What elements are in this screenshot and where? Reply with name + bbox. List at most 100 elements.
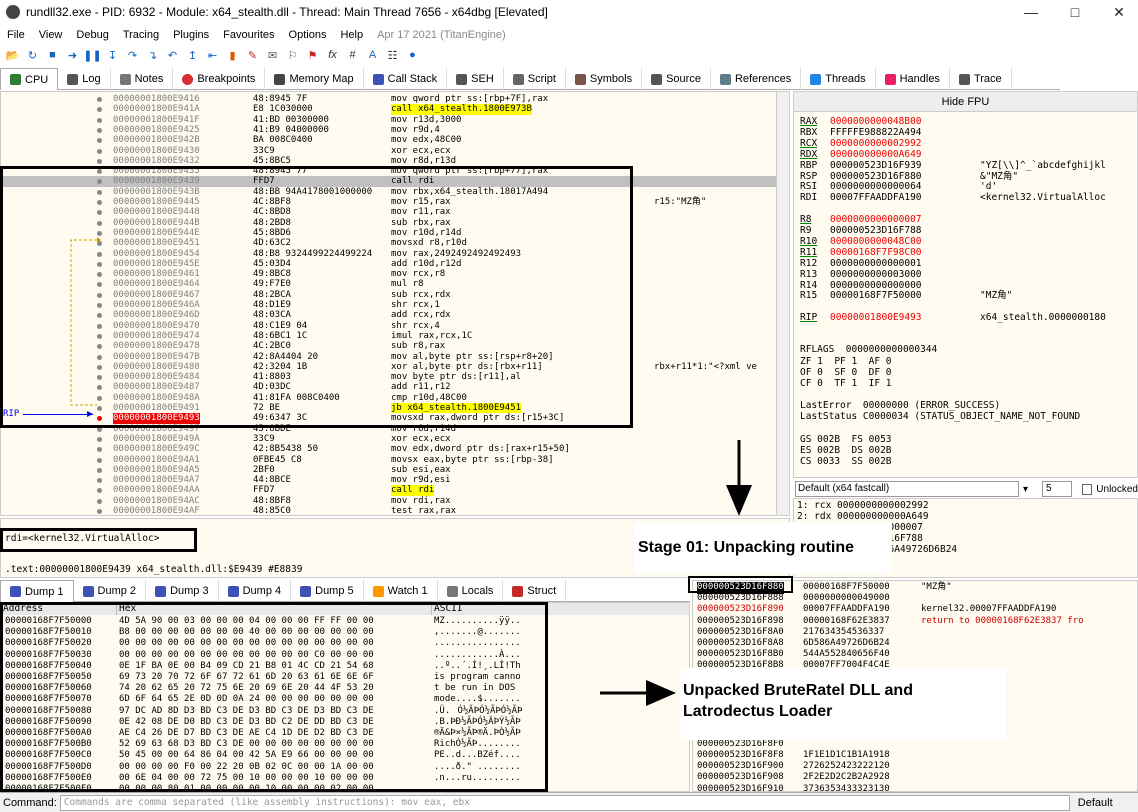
stack-row[interactable]: 000000523D16F8B0 544A552840656F40 bbox=[693, 649, 1137, 661]
disasm-row[interactable]: 00000001800E949C 42:8B5438 50 mov edx,dwor… bbox=[1, 444, 789, 454]
trace-into-icon[interactable]: ↴ bbox=[144, 47, 161, 64]
tab-threads[interactable]: Threads bbox=[801, 68, 876, 90]
tab-dump-2[interactable]: Dump 2 bbox=[74, 580, 147, 602]
minimize-button[interactable]: — bbox=[1016, 2, 1046, 22]
register-row[interactable]: R10 0000000000048C00 bbox=[800, 236, 980, 247]
tab-trace[interactable]: Trace bbox=[950, 68, 1012, 90]
disasm-row[interactable]: 00000001800E9430 33C9 xor ecx,ecx bbox=[1, 146, 789, 156]
bookmarks-icon[interactable]: ⚑ bbox=[304, 47, 321, 64]
trace-over-icon[interactable]: ↶ bbox=[164, 47, 181, 64]
stack-row[interactable]: 000000523D16F8F8 1F1E1D1C1B1A1918 bbox=[693, 750, 1137, 762]
tab-dump-4[interactable]: Dump 4 bbox=[219, 580, 292, 602]
tab-struct[interactable]: Struct bbox=[503, 580, 567, 602]
flags-row-1[interactable]: ZF 1 PF 1 AF 0 bbox=[800, 356, 892, 367]
register-row[interactable]: RAX 0000000000048B00 bbox=[800, 116, 980, 127]
tab-seh[interactable]: SEH bbox=[447, 68, 504, 90]
menu-view[interactable]: View bbox=[32, 29, 70, 41]
stack-row[interactable]: 000000523D16F900 2726252423222120 bbox=[693, 761, 1137, 773]
stack-row[interactable]: 000000523D16F898 00000168F62E3837 return t… bbox=[693, 616, 1137, 628]
menu-file[interactable]: File bbox=[0, 29, 32, 41]
tab-watch-1[interactable]: Watch 1 bbox=[364, 580, 438, 602]
register-row[interactable]: R15 00000168F7F50000 "MZ角" bbox=[800, 290, 1012, 301]
variables-icon[interactable]: # bbox=[344, 47, 361, 64]
register-row[interactable]: RBX FFFFFE988822A494 bbox=[800, 127, 980, 138]
register-row[interactable]: R9 000000523D16F788 bbox=[800, 225, 980, 236]
tab-references[interactable]: References bbox=[711, 68, 802, 90]
disasm-row[interactable]: 00000001800E94AC 48:8BF8 mov rdi,rax bbox=[1, 496, 789, 506]
strings-icon[interactable]: A bbox=[364, 47, 381, 64]
maximize-button[interactable]: □ bbox=[1060, 2, 1090, 22]
arg-count-spinner[interactable]: 5 bbox=[1042, 481, 1072, 497]
menu-debug[interactable]: Debug bbox=[69, 29, 115, 41]
close-debug-icon[interactable]: ■ bbox=[44, 47, 61, 64]
register-row[interactable]: R11 00000168F7F98C00 bbox=[800, 247, 980, 258]
stack-row[interactable]: 000000523D16F8A8 6D586A49726D6B24 bbox=[693, 638, 1137, 650]
stack-row[interactable]: 000000523D16F890 00007FFAADDFA190 kernel32… bbox=[693, 604, 1137, 616]
tab-dump-5[interactable]: Dump 5 bbox=[291, 580, 364, 602]
tab-call-stack[interactable]: Call Stack bbox=[364, 68, 448, 90]
command-input[interactable]: Commands are comma separated (like assem… bbox=[59, 794, 1070, 811]
default-selector[interactable]: Default bbox=[1070, 797, 1113, 809]
flags-row-3[interactable]: CF 0 TF 1 IF 1 bbox=[800, 378, 892, 389]
close-button[interactable]: ✕ bbox=[1104, 2, 1134, 22]
comments-icon[interactable]: ✉ bbox=[264, 47, 281, 64]
tab-script[interactable]: Script bbox=[504, 68, 566, 90]
register-row[interactable]: R12 0000000000000001 bbox=[800, 258, 980, 269]
disasm-row[interactable]: 00000001800E94AA FFD7 call rdi bbox=[1, 485, 789, 496]
tab-notes[interactable]: Notes bbox=[111, 68, 174, 90]
stack-row[interactable]: 000000523D16F888 0000000000049000 bbox=[693, 593, 1137, 605]
register-row[interactable] bbox=[800, 203, 980, 214]
hide-fpu-button[interactable]: Hide FPU bbox=[794, 92, 1137, 112]
register-row[interactable] bbox=[800, 301, 980, 312]
register-row[interactable]: RSI 0000000000000064 'd' bbox=[800, 181, 997, 192]
tab-source[interactable]: Source bbox=[642, 68, 711, 90]
register-row[interactable]: RCX 0000000000002992 bbox=[800, 138, 980, 149]
stack-row[interactable]: 000000523D16F908 2F2E2D2C2B2A2928 bbox=[693, 772, 1137, 784]
step-into-icon[interactable]: ↧ bbox=[104, 47, 121, 64]
chevron-down-icon[interactable]: ▾ bbox=[1023, 484, 1028, 495]
execute-till-return-icon[interactable]: ↥ bbox=[184, 47, 201, 64]
unlocked-checkbox[interactable] bbox=[1081, 483, 1093, 495]
scylla-icon[interactable]: ▮ bbox=[224, 47, 241, 64]
menu-tracing[interactable]: Tracing bbox=[116, 29, 166, 41]
disasm-row[interactable]: 00000001800E949A 33C9 xor ecx,ecx bbox=[1, 434, 789, 444]
menu-plugins[interactable]: Plugins bbox=[166, 29, 216, 41]
disasm-row[interactable]: 00000001800E94A1 0FBE45 C8 movsx eax,byte … bbox=[1, 455, 789, 465]
calculator-icon[interactable]: ☷ bbox=[384, 47, 401, 64]
menu-options[interactable]: Options bbox=[282, 29, 334, 41]
tab-dump-3[interactable]: Dump 3 bbox=[146, 580, 219, 602]
pause-icon[interactable]: ❚❚ bbox=[83, 47, 101, 64]
flags-row-2[interactable]: OF 0 SF 0 DF 0 bbox=[800, 367, 892, 378]
tab-memory-map[interactable]: Memory Map bbox=[265, 68, 364, 90]
tab-symbols[interactable]: Symbols bbox=[566, 68, 643, 90]
register-row[interactable]: RSP 000000523D16F880 &"MZ角" bbox=[800, 171, 1018, 182]
disasm-row[interactable]: 00000001800E94AF 48:85C0 test rax,rax bbox=[1, 506, 789, 515]
highlight-icon[interactable]: ● bbox=[404, 47, 421, 64]
disasm-row[interactable]: 00000001800E941A E8 1C030000 call x64_stea… bbox=[1, 104, 789, 115]
disasm-row[interactable]: 00000001800E9432 45:8BC5 mov r8d,r13d bbox=[1, 156, 789, 166]
register-row[interactable]: RDX 000000000000A649 bbox=[800, 149, 980, 160]
tab-breakpoints[interactable]: Breakpoints bbox=[173, 68, 266, 90]
tab-log[interactable]: Log bbox=[58, 68, 111, 90]
calling-convention-select[interactable]: Default (x64 fastcall) bbox=[795, 481, 1019, 497]
labels-icon[interactable]: ⚐ bbox=[284, 47, 301, 64]
register-row[interactable]: RDI 00007FFAADDFA190 <kernel32.VirtualAllo… bbox=[800, 192, 1106, 203]
tab-handles[interactable]: Handles bbox=[876, 68, 950, 90]
tab-dump-1[interactable]: Dump 1 bbox=[0, 580, 74, 602]
register-row[interactable]: R14 0000000000000000 bbox=[800, 280, 980, 291]
register-row[interactable]: RBP 000000523D16F939 "YZ[\\]^_`abcdefghijk… bbox=[800, 160, 1106, 171]
register-row[interactable]: R13 0000000000003000 bbox=[800, 269, 980, 280]
menu-favourites[interactable]: Favourites bbox=[216, 29, 281, 41]
disasm-row[interactable]: 00000001800E94A7 44:8BCE mov r9d,esi bbox=[1, 475, 789, 485]
tab-cpu[interactable]: CPU bbox=[0, 68, 59, 90]
stack-row[interactable]: 000000523D16F8A0 217634354536337 bbox=[693, 627, 1137, 639]
restart-icon[interactable]: ↻ bbox=[24, 47, 41, 64]
stack-row[interactable]: 000000523D16F8F0 bbox=[693, 739, 1137, 751]
register-row[interactable]: R8 0000000000000007 bbox=[800, 214, 980, 225]
disassembly-scrollbar[interactable] bbox=[776, 92, 789, 515]
register-row[interactable]: RIP 00000001800E9493 x64_stealth.000000018… bbox=[800, 312, 1106, 323]
disasm-row[interactable]: 00000001800E941F 41:BD 00300000 mov r13d,3… bbox=[1, 115, 789, 125]
tab-locals[interactable]: Locals bbox=[438, 580, 504, 602]
disasm-row[interactable]: 00000001800E942B BA 008C0400 mov edx,48C00 bbox=[1, 135, 789, 145]
menu-help[interactable]: Help bbox=[333, 29, 370, 41]
